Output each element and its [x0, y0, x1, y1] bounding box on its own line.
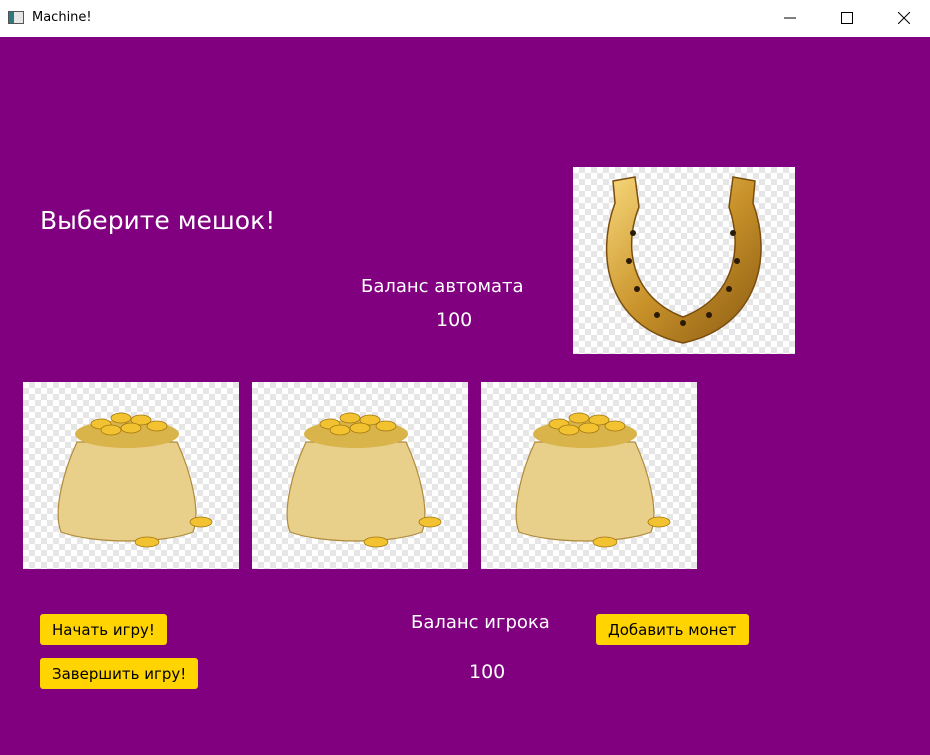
finish-game-button[interactable]: Завершить игру!: [40, 658, 199, 689]
bag-1-image[interactable]: [23, 382, 239, 569]
player-balance-value: 100: [469, 661, 506, 683]
maximize-icon: [841, 12, 853, 24]
window-title: Machine!: [32, 10, 92, 25]
minimize-icon: [784, 17, 796, 19]
machine-balance-label: Баланс автомата: [361, 276, 524, 297]
money-bag-icon: [57, 412, 213, 548]
minimize-button[interactable]: [767, 0, 813, 37]
money-bag-icon: [286, 412, 442, 548]
choose-bag-heading: Выберите мешок!: [40, 206, 276, 235]
bag-2-image[interactable]: [252, 382, 468, 569]
close-icon: [898, 12, 910, 24]
close-button[interactable]: [881, 0, 927, 37]
horseshoe-image: [573, 167, 795, 354]
horseshoe-icon: [605, 176, 762, 344]
app-icon: [8, 11, 24, 24]
maximize-button[interactable]: [824, 0, 870, 37]
player-balance-label: Баланс игрока: [411, 612, 550, 633]
title-bar: Machine!: [0, 0, 930, 37]
money-bag-icon: [515, 412, 671, 548]
bag-3-image[interactable]: [481, 382, 697, 569]
start-game-button[interactable]: Начать игру!: [40, 614, 167, 645]
machine-balance-value: 100: [436, 309, 473, 331]
add-coins-button[interactable]: Добавить монет: [596, 614, 749, 645]
